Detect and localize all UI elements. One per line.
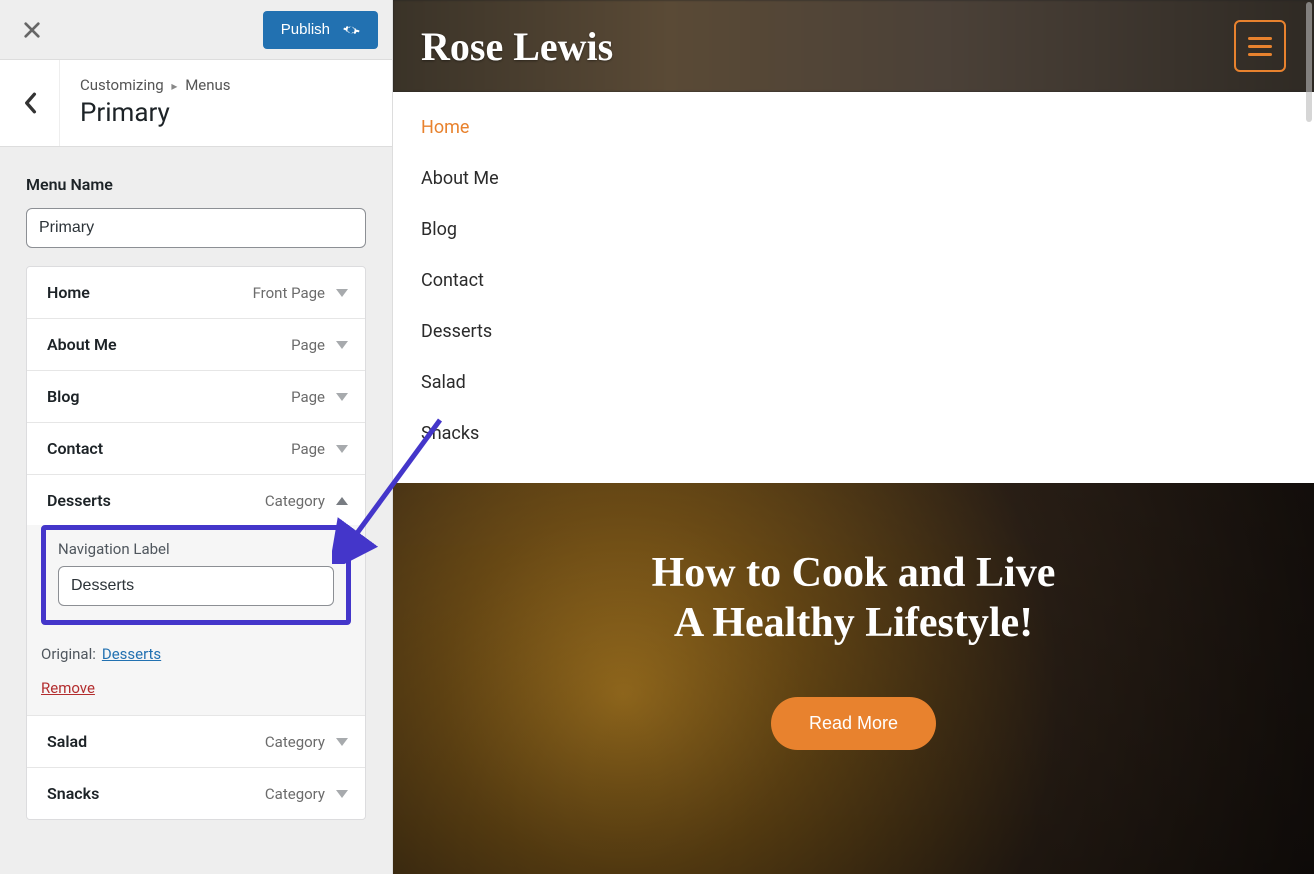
menu-item-expanded-body: Navigation Label Original: Desserts Remove xyxy=(26,525,366,716)
site-header: Rose Lewis xyxy=(393,0,1314,92)
menu-item-label: Salad xyxy=(47,732,265,751)
nav-link-desserts[interactable]: Desserts xyxy=(421,306,1286,357)
nav-dropdown: HomeAbout MeBlogContactDessertsSaladSnac… xyxy=(393,92,1314,483)
menu-items-list: HomeFront PageAbout MePageBlogPageContac… xyxy=(26,266,366,820)
menu-name-input[interactable] xyxy=(26,208,366,248)
chevron-up-icon[interactable] xyxy=(335,494,349,508)
hero-line-2: A Healthy Lifestyle! xyxy=(393,598,1314,648)
breadcrumb-text: Customizing ▸ Menus Primary xyxy=(60,60,392,146)
original-link[interactable]: Desserts xyxy=(102,645,161,663)
customizer-sidebar: Publish Customizing ▸ Menus Primary Menu… xyxy=(0,0,393,874)
menu-item-type: Front Page xyxy=(253,284,325,302)
publish-label: Publish xyxy=(281,21,330,38)
navigation-label-input[interactable] xyxy=(58,566,334,606)
chevron-down-icon[interactable] xyxy=(335,286,349,300)
menu-item-label: Home xyxy=(47,283,253,302)
menu-item-type: Page xyxy=(291,440,325,458)
breadcrumb-sep-icon: ▸ xyxy=(171,79,177,93)
navigation-label-title: Navigation Label xyxy=(58,540,334,558)
hamburger-icon xyxy=(1248,45,1272,48)
site-preview: Rose Lewis HomeAbout MeBlogContactDesser… xyxy=(393,0,1314,874)
original-label: Original: xyxy=(41,645,96,663)
chevron-left-icon xyxy=(23,92,37,114)
close-customizer-button[interactable] xyxy=(14,12,50,48)
menu-item-label: Desserts xyxy=(47,491,265,510)
back-button[interactable] xyxy=(0,60,60,146)
close-icon xyxy=(23,21,41,39)
menu-item-label: Snacks xyxy=(47,784,265,803)
menu-name-label: Menu Name xyxy=(26,175,366,194)
menu-item-about-me[interactable]: About MePage xyxy=(27,319,365,371)
hamburger-menu-button[interactable] xyxy=(1234,20,1286,72)
chevron-down-icon[interactable] xyxy=(335,787,349,801)
menu-item-label: Blog xyxy=(47,387,291,406)
breadcrumb-path: Customizing ▸ Menus xyxy=(80,76,372,94)
chevron-down-icon[interactable] xyxy=(335,390,349,404)
hero-line-1: How to Cook and Live xyxy=(393,548,1314,598)
site-brand[interactable]: Rose Lewis xyxy=(421,23,613,70)
menu-item-type: Category xyxy=(265,785,325,803)
nav-link-snacks[interactable]: Snacks xyxy=(421,408,1286,459)
menu-item-desserts[interactable]: DessertsCategory xyxy=(27,475,365,527)
menu-item-type: Page xyxy=(291,388,325,406)
chevron-down-icon[interactable] xyxy=(335,338,349,352)
menu-item-salad[interactable]: SaladCategory xyxy=(27,716,365,768)
menu-item-label: Contact xyxy=(47,439,291,458)
menu-item-type: Category xyxy=(265,492,325,510)
nav-link-contact[interactable]: Contact xyxy=(421,255,1286,306)
menu-item-type: Category xyxy=(265,733,325,751)
remove-menu-item-link[interactable]: Remove xyxy=(41,679,95,697)
customizer-panel[interactable]: Menu Name HomeFront PageAbout MePageBlog… xyxy=(0,147,392,874)
menu-item-snacks[interactable]: SnacksCategory xyxy=(27,768,365,819)
nav-link-home[interactable]: Home xyxy=(421,102,1286,153)
breadcrumb-section: Menus xyxy=(185,76,230,94)
publish-button[interactable]: Publish xyxy=(263,11,378,49)
breadcrumb-row: Customizing ▸ Menus Primary xyxy=(0,60,392,147)
read-more-button[interactable]: Read More xyxy=(771,697,936,750)
menu-item-contact[interactable]: ContactPage xyxy=(27,423,365,475)
preview-scrollbar[interactable] xyxy=(1306,2,1312,122)
nav-link-about-me[interactable]: About Me xyxy=(421,153,1286,204)
nav-link-blog[interactable]: Blog xyxy=(421,204,1286,255)
nav-link-salad[interactable]: Salad xyxy=(421,357,1286,408)
menu-item-type: Page xyxy=(291,336,325,354)
chevron-down-icon[interactable] xyxy=(335,735,349,749)
hero-copy: How to Cook and Live A Healthy Lifestyle… xyxy=(393,548,1314,750)
gear-icon xyxy=(342,21,360,39)
chevron-down-icon[interactable] xyxy=(335,442,349,456)
menu-item-blog[interactable]: BlogPage xyxy=(27,371,365,423)
breadcrumb-root: Customizing xyxy=(80,76,164,94)
navigation-label-highlight: Navigation Label xyxy=(41,525,351,625)
menu-item-label: About Me xyxy=(47,335,291,354)
sidebar-topbar: Publish xyxy=(0,0,392,60)
original-row: Original: Desserts xyxy=(41,645,351,663)
menu-item-home[interactable]: HomeFront Page xyxy=(27,267,365,319)
breadcrumb-title: Primary xyxy=(80,98,372,128)
